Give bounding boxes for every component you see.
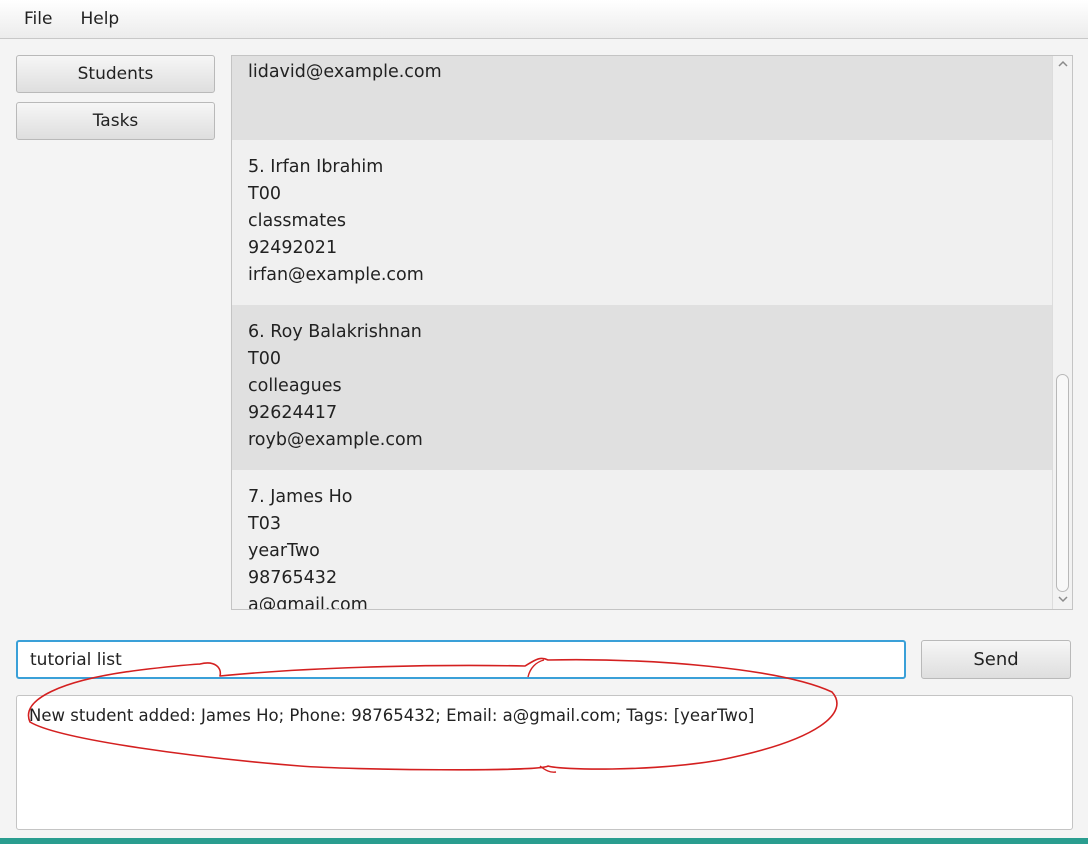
menu-help[interactable]: Help xyxy=(66,0,133,39)
result-text: New student added: James Ho; Phone: 9876… xyxy=(29,706,755,725)
student-card[interactable]: 5. Irfan Ibrahim T00 classmates 92492021… xyxy=(232,140,1052,305)
student-list[interactable]: 91031282 lidavid@example.com 5. Irfan Ib… xyxy=(231,55,1073,610)
student-tutorial: T03 xyxy=(248,514,281,534)
student-tutorial: T00 xyxy=(248,349,281,369)
menu-file[interactable]: File xyxy=(10,0,66,39)
chevron-down-icon[interactable] xyxy=(1053,591,1072,609)
student-list-content: 91031282 lidavid@example.com 5. Irfan Ib… xyxy=(232,56,1052,610)
menu-bar: File Help xyxy=(0,0,1088,39)
student-name: 5. Irfan Ibrahim xyxy=(248,157,384,177)
student-email: irfan@example.com xyxy=(248,265,424,285)
send-button[interactable]: Send xyxy=(921,640,1071,679)
student-phone: 98765432 xyxy=(248,568,338,588)
student-email: royb@example.com xyxy=(248,430,423,450)
student-card[interactable]: 7. James Ho T03 yearTwo 98765432 a@gmail… xyxy=(232,470,1052,610)
students-button[interactable]: Students xyxy=(16,55,215,93)
chevron-up-icon[interactable] xyxy=(1053,56,1072,74)
student-card[interactable]: 91031282 lidavid@example.com xyxy=(232,56,1052,140)
student-phone: 92492021 xyxy=(248,238,338,258)
student-email: lidavid@example.com xyxy=(248,62,442,82)
command-input[interactable] xyxy=(16,640,906,679)
student-email: a@gmail.com xyxy=(248,595,368,610)
result-display: New student added: James Ho; Phone: 9876… xyxy=(16,695,1073,830)
student-card[interactable]: 6. Roy Balakrishnan T00 colleagues 92624… xyxy=(232,305,1052,470)
student-tag: yearTwo xyxy=(248,541,320,561)
tasks-button[interactable]: Tasks xyxy=(16,102,215,140)
student-tag: classmates xyxy=(248,211,346,231)
scrollbar-thumb[interactable] xyxy=(1056,374,1069,592)
window-bottom-border xyxy=(0,838,1088,844)
student-tutorial: T00 xyxy=(248,184,281,204)
student-phone: 92624417 xyxy=(248,403,338,423)
student-name: 6. Roy Balakrishnan xyxy=(248,322,422,342)
student-name: 7. James Ho xyxy=(248,487,353,507)
list-scrollbar[interactable] xyxy=(1052,56,1072,609)
student-tag: colleagues xyxy=(248,376,342,396)
